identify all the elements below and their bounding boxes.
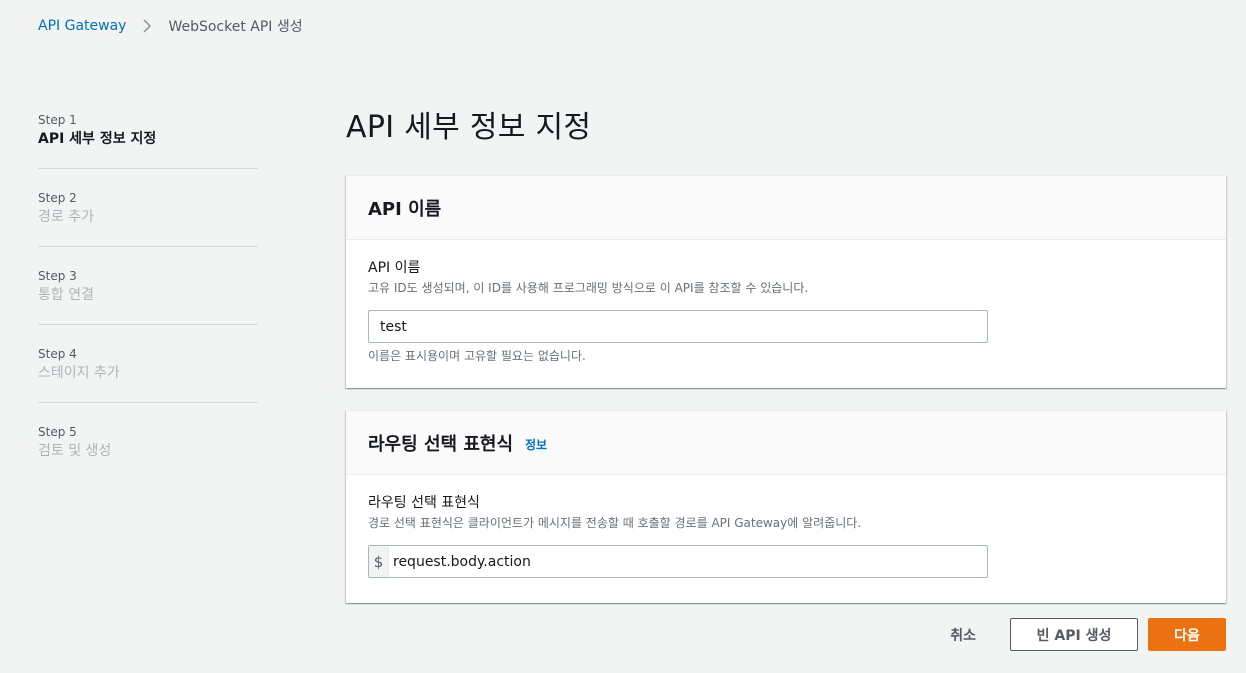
step-5: Step 5 검토 및 생성	[38, 422, 258, 480]
breadcrumb: API Gateway WebSocket API 생성	[38, 16, 303, 36]
api-name-input[interactable]: test	[368, 310, 988, 343]
api-name-constraint: 이름은 표시용이며 고유할 필요는 없습니다.	[368, 349, 586, 363]
step-title: API 세부 정보 지정	[38, 131, 157, 147]
step-title: 통합 연결	[38, 287, 94, 303]
step-2: Step 2 경로 추가	[38, 188, 258, 247]
form-actions: 취소 빈 API 생성 다음	[950, 618, 1226, 651]
page-title: API 세부 정보 지정	[346, 110, 592, 145]
step-number: Step 3	[38, 269, 77, 283]
route-expression-value: request.body.action	[393, 553, 531, 570]
step-1: Step 1 API 세부 정보 지정	[38, 110, 258, 169]
step-3: Step 3 통합 연결	[38, 266, 258, 325]
api-name-panel: API 이름 API 이름 고유 ID도 생성되며, 이 ID를 사용해 프로그…	[346, 175, 1226, 388]
step-number: Step 2	[38, 191, 77, 205]
wizard-steps: Step 1 API 세부 정보 지정 Step 2 경로 추가 Step 3 …	[38, 110, 258, 499]
step-number: Step 4	[38, 347, 77, 361]
route-expression-description: 경로 선택 표현식은 클라이언트가 메시지를 전송할 때 호출할 경로를 API…	[368, 516, 862, 530]
chevron-right-icon	[140, 19, 154, 33]
api-name-value: test	[380, 318, 407, 335]
api-name-description: 고유 ID도 생성되며, 이 ID를 사용해 프로그래밍 방식으로 이 API를…	[368, 281, 809, 295]
step-title: 경로 추가	[38, 209, 94, 225]
panel-header: 라우팅 선택 표현식 정보	[346, 411, 1226, 475]
panel-title: 라우팅 선택 표현식	[368, 433, 514, 455]
step-number: Step 1	[38, 113, 77, 127]
dollar-prefix: $	[369, 546, 389, 577]
step-title: 검토 및 생성	[38, 443, 112, 459]
create-empty-api-button[interactable]: 빈 API 생성	[1010, 618, 1138, 651]
route-expression-label: 라우팅 선택 표현식	[368, 495, 480, 511]
panel-header: API 이름	[346, 176, 1226, 240]
step-title: 스테이지 추가	[38, 365, 120, 381]
panel-body: 라우팅 선택 표현식 경로 선택 표현식은 클라이언트가 메시지를 전송할 때 …	[346, 475, 1226, 603]
step-number: Step 5	[38, 425, 77, 439]
breadcrumb-api-gateway-link[interactable]: API Gateway	[38, 18, 126, 34]
panel-body: API 이름 고유 ID도 생성되며, 이 ID를 사용해 프로그래밍 방식으로…	[346, 240, 1226, 388]
info-link[interactable]: 정보	[525, 436, 547, 453]
breadcrumb-current: WebSocket API 생성	[168, 19, 303, 35]
route-selection-panel: 라우팅 선택 표현식 정보 라우팅 선택 표현식 경로 선택 표현식은 클라이언…	[346, 410, 1226, 603]
api-name-label: API 이름	[368, 260, 421, 276]
next-button[interactable]: 다음	[1148, 618, 1226, 651]
route-expression-input[interactable]: $ request.body.action	[368, 545, 988, 578]
panel-title: API 이름	[368, 198, 442, 220]
step-4: Step 4 스테이지 추가	[38, 344, 258, 403]
cancel-button[interactable]: 취소	[950, 625, 976, 645]
